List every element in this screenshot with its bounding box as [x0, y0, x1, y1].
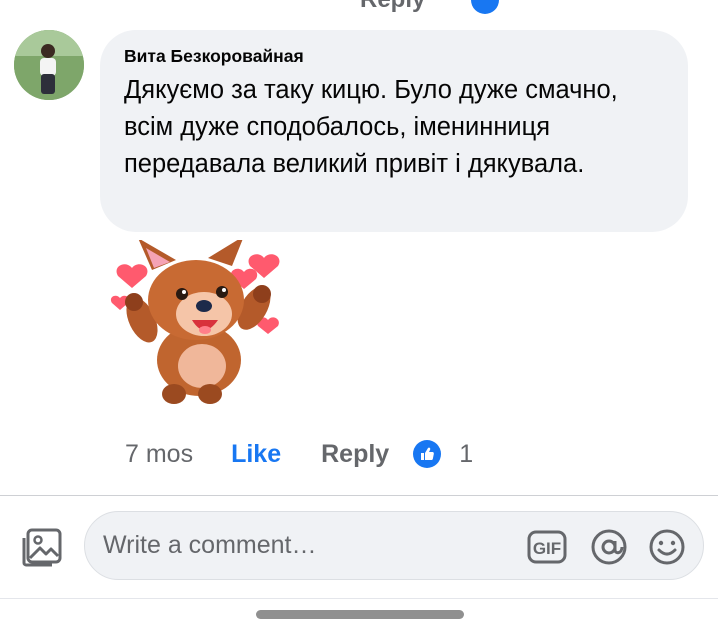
comment-input[interactable]: [103, 531, 503, 560]
comment-author[interactable]: Вита Безкоровайная: [124, 44, 668, 68]
previous-reply-link[interactable]: Reply: [360, 0, 425, 12]
reply-button[interactable]: Reply: [321, 440, 389, 469]
bottom-divider: [0, 598, 718, 599]
like-button[interactable]: Like: [231, 440, 281, 469]
comment-composer: GIF: [84, 511, 704, 580]
divider: [0, 495, 718, 496]
puppy-hearts-sticker: [104, 236, 286, 412]
avatar-photo: [14, 30, 84, 100]
emoji-icon[interactable]: [647, 528, 687, 566]
like-reaction-icon: [413, 440, 442, 468]
reaction-summary[interactable]: 1: [413, 440, 473, 469]
mention-icon[interactable]: [589, 528, 629, 566]
comment-timestamp[interactable]: 7 mos: [125, 440, 193, 469]
reaction-count: 1: [459, 439, 474, 468]
svg-text:GIF: GIF: [533, 539, 561, 558]
comment-text: Дякуємо за таку кицю. Було дуже смачно, …: [124, 76, 618, 178]
home-indicator[interactable]: [256, 610, 464, 619]
previous-like-reaction-icon: [471, 0, 500, 14]
comment-actions: 7 mos Like Reply 1: [125, 436, 473, 472]
avatar[interactable]: [14, 30, 84, 100]
previous-comment-actions: Reply: [360, 0, 500, 14]
gif-icon[interactable]: GIF: [527, 528, 567, 566]
comment-bubble: Вита Безкоровайная Дякуємо за таку кицю.…: [100, 30, 688, 232]
photo-icon[interactable]: [20, 526, 64, 568]
comment-thread-screen: Reply Вита Безкоровайная Дякуємо за таку…: [0, 0, 718, 637]
